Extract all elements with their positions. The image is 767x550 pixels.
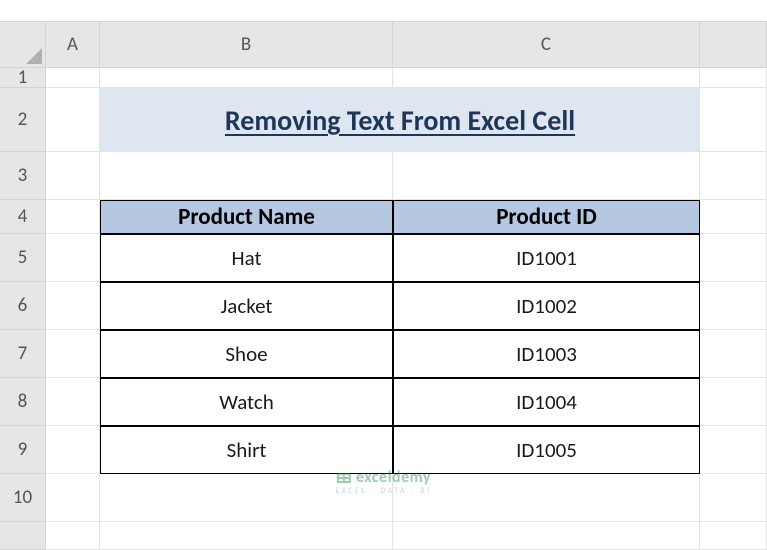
row-header-10[interactable]: 10 [0, 474, 46, 522]
cell-C1[interactable] [393, 68, 700, 88]
table-header-name[interactable]: Product Name [100, 200, 393, 234]
cell-D6[interactable] [700, 282, 767, 330]
cell-A9[interactable] [46, 426, 100, 474]
cell-B11[interactable] [100, 522, 393, 550]
table-row-id[interactable]: ID1004 [393, 378, 700, 426]
cell-A11[interactable] [46, 522, 100, 550]
cell-A5[interactable] [46, 234, 100, 282]
table-row-name[interactable]: Shirt [100, 426, 393, 474]
cell-D8[interactable] [700, 378, 767, 426]
cell-D7[interactable] [700, 330, 767, 378]
cell-B10[interactable] [100, 474, 393, 522]
table-header-id[interactable]: Product ID [393, 200, 700, 234]
cell-A7[interactable] [46, 330, 100, 378]
table-row-id[interactable]: ID1003 [393, 330, 700, 378]
cell-D9[interactable] [700, 426, 767, 474]
cell-A3[interactable] [46, 152, 100, 200]
row-header-9[interactable]: 9 [0, 426, 46, 474]
cell-D5[interactable] [700, 234, 767, 282]
cell-D11[interactable] [700, 522, 767, 550]
row-header-7[interactable]: 7 [0, 330, 46, 378]
cell-D10[interactable] [700, 474, 767, 522]
cell-A4[interactable] [46, 200, 100, 234]
table-row-name[interactable]: Hat [100, 234, 393, 282]
spreadsheet-grid: A B C 1 2 3 4 5 6 7 8 9 10 Removing Text… [0, 0, 767, 550]
cell-D1[interactable] [700, 68, 767, 88]
cell-C3[interactable] [393, 152, 700, 200]
row-header-8[interactable]: 8 [0, 378, 46, 426]
table-row-name[interactable]: Watch [100, 378, 393, 426]
cell-B1[interactable] [100, 68, 393, 88]
row-header-6[interactable]: 6 [0, 282, 46, 330]
cell-D4[interactable] [700, 200, 767, 234]
select-all-button[interactable] [0, 22, 46, 68]
cell-C10[interactable] [393, 474, 700, 522]
column-header-C[interactable]: C [393, 22, 700, 68]
row-header-4[interactable]: 4 [0, 200, 46, 234]
title-merged-cell[interactable]: Removing Text From Excel Cell [100, 88, 700, 152]
table-row-id[interactable]: ID1001 [393, 234, 700, 282]
cell-A2[interactable] [46, 88, 100, 152]
row-header-2[interactable]: 2 [0, 88, 46, 152]
cell-A1[interactable] [46, 68, 100, 88]
select-all-icon [26, 48, 42, 64]
cell-B3[interactable] [100, 152, 393, 200]
row-header-blank[interactable] [0, 522, 46, 550]
cell-A8[interactable] [46, 378, 100, 426]
cell-C11[interactable] [393, 522, 700, 550]
table-row-id[interactable]: ID1002 [393, 282, 700, 330]
row-header-3[interactable]: 3 [0, 152, 46, 200]
table-row-name[interactable]: Jacket [100, 282, 393, 330]
cell-D2[interactable] [700, 88, 767, 152]
formula-bar-sliver [0, 0, 767, 22]
row-header-5[interactable]: 5 [0, 234, 46, 282]
cell-A10[interactable] [46, 474, 100, 522]
cell-D3[interactable] [700, 152, 767, 200]
column-header-A[interactable]: A [46, 22, 100, 68]
table-row-name[interactable]: Shoe [100, 330, 393, 378]
cell-A6[interactable] [46, 282, 100, 330]
row-header-1[interactable]: 1 [0, 68, 46, 88]
title-text: Removing Text From Excel Cell [225, 103, 575, 138]
table-row-id[interactable]: ID1005 [393, 426, 700, 474]
column-header-blank[interactable] [700, 22, 767, 68]
column-header-B[interactable]: B [100, 22, 393, 68]
